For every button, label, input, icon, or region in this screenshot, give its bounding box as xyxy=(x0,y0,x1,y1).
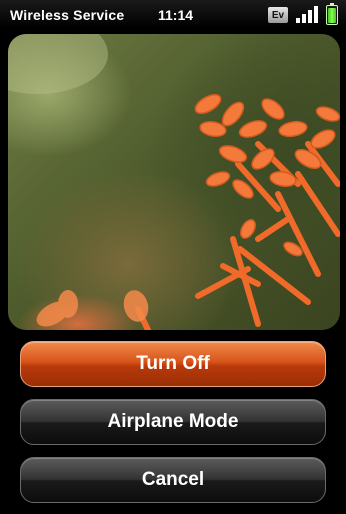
battery-level xyxy=(328,8,336,23)
phone-screen: Wireless Service 11:14 Ev Turn Off Airpl… xyxy=(0,0,346,514)
signal-bars-icon xyxy=(294,5,320,23)
flower-image xyxy=(8,34,340,330)
status-icons: Ev xyxy=(258,3,338,25)
carrier-name: Wireless Service xyxy=(10,7,125,23)
cancel-button[interactable]: Cancel xyxy=(20,457,326,503)
status-bar: Wireless Service 11:14 Ev xyxy=(0,0,346,28)
clock: 11:14 xyxy=(158,7,194,23)
wallpaper-photo xyxy=(8,34,340,330)
airplane-mode-button[interactable]: Airplane Mode xyxy=(20,399,326,445)
network-type-badge: Ev xyxy=(268,7,288,23)
battery-icon xyxy=(326,3,338,25)
turn-off-button[interactable]: Turn Off xyxy=(20,341,326,387)
